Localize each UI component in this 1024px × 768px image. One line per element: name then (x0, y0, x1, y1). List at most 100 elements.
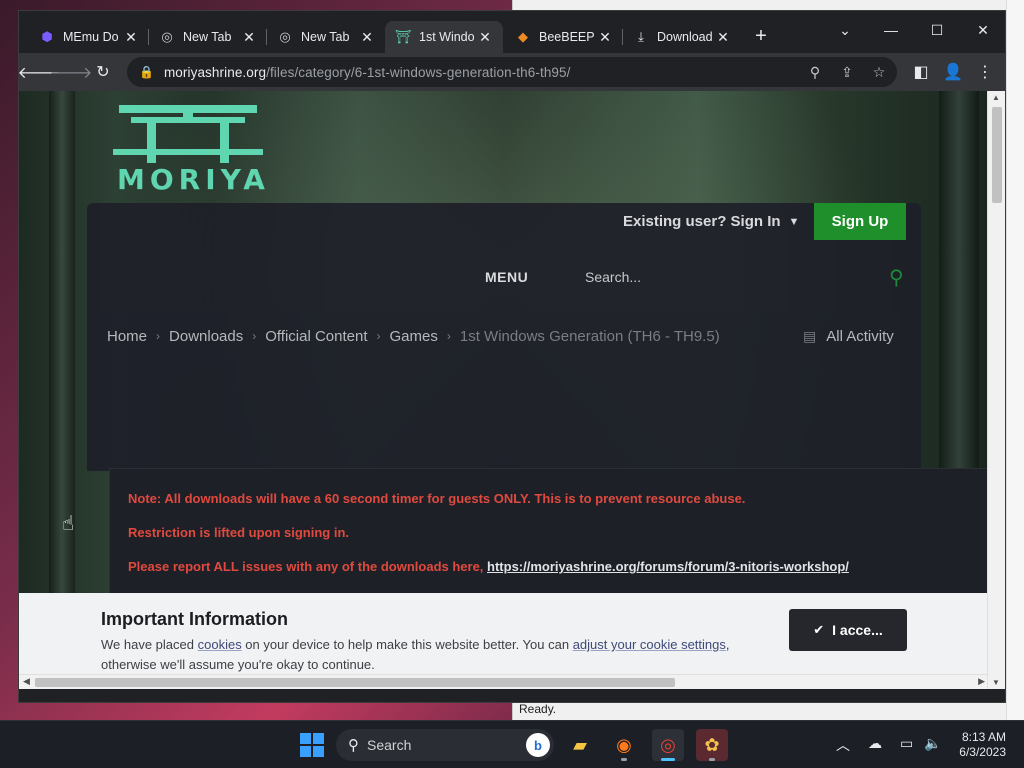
beebeep-icon: ◆ (518, 29, 528, 44)
breadcrumb-home[interactable]: Home (107, 328, 147, 345)
tab-search-button[interactable]: ⌄ (823, 15, 867, 45)
tab-download[interactable]: ⤓ Download ✕ (623, 21, 741, 53)
volume-icon[interactable]: 🔈 (924, 735, 941, 752)
cookie-text-2: on your device to help make this website… (241, 637, 573, 652)
tab-new-tab-1[interactable]: ◎ New Tab ✕ (149, 21, 267, 53)
network-icon[interactable]: ▭ (900, 735, 913, 752)
moriya-icon: ⛩ (394, 29, 412, 44)
minimize-button[interactable]: — (869, 15, 913, 45)
memu-icon: ⬢ (41, 29, 53, 44)
scroll-down-icon[interactable]: ▼ (992, 678, 1000, 687)
cookies-link[interactable]: cookies (198, 637, 242, 652)
side-panel-icon[interactable]: ◧ (909, 60, 933, 84)
chrome-taskbar-icon[interactable]: ◎ (652, 729, 684, 761)
windows-taskbar: ⚲ Search b ▰ ◉ ◎ ✿ ︿ ☁ ▭ 🔈 8:13 AM 6/3/2… (0, 720, 1024, 768)
notice-report-text: Please report ALL issues with any of the… (128, 559, 488, 574)
cookie-message: We have placed cookies on your device to… (101, 635, 741, 675)
tab-title: MEmu Do (63, 30, 119, 44)
notice-line-restriction: Restriction is lifted upon signing in. (128, 525, 349, 540)
close-tab-icon[interactable]: ✕ (359, 29, 375, 46)
cookie-text-1: We have placed (101, 637, 198, 652)
cookie-title: Important Information (101, 609, 288, 629)
forward-button[interactable]: 🡒 (50, 60, 93, 84)
horizontal-scroll-thumb[interactable] (35, 678, 675, 687)
url-text: moriyashrine.org/files/category/6-1st-wi… (164, 65, 571, 80)
taskbar-search-box[interactable]: ⚲ Search b (336, 729, 554, 761)
sign-in-dropdown[interactable]: Existing user? Sign In ▼ (623, 213, 799, 230)
vertical-scroll-thumb[interactable] (992, 107, 1002, 203)
accept-cookies-button[interactable]: ✔ I acce... (789, 609, 907, 651)
windows-logo-pane (300, 746, 311, 757)
search-icon[interactable]: ⚲ (889, 265, 911, 289)
show-hidden-icons-chevron-up-icon[interactable]: ︿ (836, 735, 850, 755)
profile-icon[interactable]: 👤 (941, 60, 965, 84)
content-panel (87, 361, 921, 471)
url-path: /files/category/6-1st-windows-generation… (266, 64, 571, 80)
chrome-icon: ◎ (279, 29, 291, 44)
background-window-scrollbar[interactable] (1006, 0, 1024, 720)
cloud-offline-icon[interactable]: ☁ (868, 735, 882, 752)
tab-title: Download (657, 30, 713, 44)
windows-logo-pane (300, 733, 311, 744)
scroll-left-icon[interactable]: ◀ (23, 676, 30, 687)
chevron-down-icon: ▼ (788, 215, 800, 228)
lock-icon: 🔒 (139, 65, 154, 79)
close-tab-icon[interactable]: ✕ (477, 29, 493, 46)
horizontal-scrollbar[interactable]: ◀ ▶ (19, 674, 989, 689)
vertical-scrollbar[interactable]: ▲ ▼ (987, 91, 1005, 689)
tab-moriya-active[interactable]: ⛩ 1st Windo ✕ (385, 21, 503, 53)
breadcrumb-downloads[interactable]: Downloads (169, 328, 243, 345)
breadcrumb-official-content[interactable]: Official Content (265, 328, 367, 345)
site-menu-button[interactable]: MENU (485, 269, 528, 285)
tab-new-tab-2[interactable]: ◎ New Tab ✕ (267, 21, 385, 53)
all-activity-label: All Activity (826, 328, 894, 345)
all-activity-link[interactable]: ▤ All Activity (803, 328, 894, 345)
cookie-settings-link[interactable]: adjust your cookie settings (573, 637, 726, 652)
bing-icon[interactable]: b (526, 733, 550, 757)
breadcrumb: Home › Downloads › Official Content › Ga… (87, 311, 921, 361)
activity-icon: ▤ (803, 328, 817, 344)
beebeep-taskbar-icon[interactable]: ✿ (696, 729, 728, 761)
file-explorer-icon[interactable]: ▰ (564, 729, 596, 761)
url-host: moriyashrine.org (163, 64, 267, 80)
close-tab-icon[interactable]: ✕ (597, 29, 613, 46)
breadcrumb-separator-icon: › (252, 329, 257, 343)
reload-button[interactable]: ↻ (91, 60, 115, 84)
clock-time: 8:13 AM (961, 730, 1006, 744)
tab-title: BeeBEEP ( (539, 30, 597, 44)
more-menu-icon[interactable]: ⋮ (973, 60, 997, 84)
start-button-windows-icon[interactable] (300, 733, 324, 757)
zoom-search-icon[interactable]: ⚲ (805, 62, 825, 82)
site-search-input[interactable]: Search... (585, 269, 641, 285)
breadcrumb-games[interactable]: Games (390, 328, 438, 345)
scroll-right-icon[interactable]: ▶ (978, 676, 985, 687)
tab-title: New Tab (301, 30, 350, 44)
close-window-button[interactable]: ✕ (961, 15, 1005, 45)
back-button[interactable]: 🡐 (19, 60, 60, 84)
tab-title: New Tab (183, 30, 232, 44)
close-tab-icon[interactable]: ✕ (715, 29, 731, 46)
close-tab-icon[interactable]: ✕ (123, 29, 139, 46)
workshop-forum-link[interactable]: https://moriyashrine.org/forums/forum/3-… (487, 559, 849, 574)
address-bar[interactable]: 🔒 moriyashrine.org/files/category/6-1st-… (127, 57, 897, 87)
new-tab-button[interactable]: + (749, 25, 773, 49)
browser-toolbar: 🡐 🡒 ↻ 🔒 moriyashrine.org/files/category/… (19, 53, 1005, 91)
scroll-up-icon[interactable]: ▲ (992, 93, 1000, 102)
download-icon: ⤓ (638, 29, 644, 44)
firefox-icon[interactable]: ◉ (608, 729, 640, 761)
taskbar-clock[interactable]: 8:13 AM 6/3/2023 (952, 730, 1006, 760)
bookmark-star-icon[interactable]: ☆ (869, 62, 889, 82)
breadcrumb-separator-icon: › (376, 329, 381, 343)
mouse-pointer-icon: ☝ (62, 513, 75, 535)
breadcrumb-separator-icon: › (446, 329, 451, 343)
search-icon: ⚲ (348, 737, 359, 754)
sign-in-label: Existing user? Sign In (623, 213, 781, 230)
breadcrumb-current: 1st Windows Generation (TH6 - TH9.5) (459, 327, 720, 345)
close-tab-icon[interactable]: ✕ (241, 29, 257, 46)
tab-beebeep[interactable]: ◆ BeeBEEP ( ✕ (505, 21, 623, 53)
chrome-window: ⬢ MEmu Do ✕ ◎ New Tab ✕ ◎ New Tab ✕ ⛩ 1s… (18, 10, 1006, 703)
sign-up-button[interactable]: Sign Up (814, 203, 906, 240)
maximize-button[interactable]: ☐ (915, 15, 959, 45)
share-icon[interactable]: ⇪ (837, 62, 857, 82)
tab-memu[interactable]: ⬢ MEmu Do ✕ (29, 21, 149, 53)
